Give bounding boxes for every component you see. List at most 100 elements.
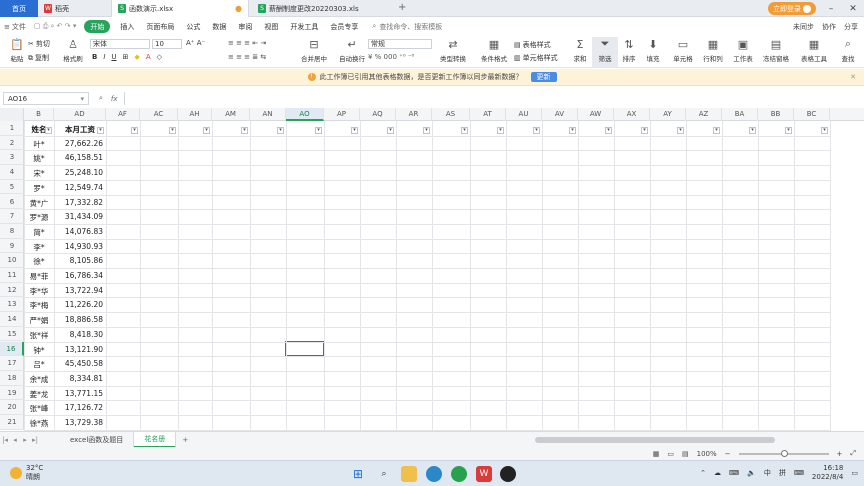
number-format-select[interactable]: 常规 xyxy=(368,39,432,49)
command-search[interactable]: ⌕ 查找命令、搜索模板 xyxy=(372,22,442,32)
menu-file[interactable]: ≡ 文件 xyxy=(0,22,30,32)
ime-language[interactable]: 中 xyxy=(764,468,771,478)
zoom-in-button[interactable]: + xyxy=(837,450,843,458)
table-tools-button[interactable]: ▦ 表格工具 xyxy=(796,37,832,67)
cell-button[interactable]: ▭ 单元格 xyxy=(668,37,698,67)
column-header-AQ[interactable]: AQ xyxy=(360,108,396,121)
row-header[interactable]: 8 xyxy=(0,224,24,239)
row-header[interactable]: 5 xyxy=(0,180,24,195)
update-button[interactable]: 更新 xyxy=(530,72,557,82)
filter-dropdown-BC[interactable]: ▾ xyxy=(821,126,828,134)
sum-button[interactable]: Σ 求和 xyxy=(566,37,594,67)
bold-button[interactable]: B xyxy=(92,53,97,61)
column-header-AC[interactable]: AC xyxy=(140,108,178,121)
minimize-icon[interactable]: – xyxy=(820,0,842,17)
search-icon[interactable]: ⌕ xyxy=(376,466,392,482)
cell-name[interactable]: 李*华 xyxy=(24,286,54,297)
fullscreen-icon[interactable]: ⤢ xyxy=(850,449,856,458)
clear-icon[interactable]: ◇ xyxy=(157,53,162,61)
last-sheet-icon[interactable]: ▸| xyxy=(30,436,40,444)
ime-mode[interactable]: 拼 xyxy=(779,468,786,478)
tab-formulas[interactable]: 公式 xyxy=(180,17,206,36)
tab-member[interactable]: 会员专享 xyxy=(324,17,364,36)
wechat-icon[interactable] xyxy=(451,466,467,482)
cell-salary[interactable]: 13,729.38 xyxy=(54,418,103,427)
cell-name[interactable]: 徐*燕 xyxy=(24,418,54,429)
tab-review[interactable]: 审阅 xyxy=(232,17,258,36)
column-header-AT[interactable]: AT xyxy=(470,108,506,121)
wrap-text-button[interactable]: ↵ 自动换行 xyxy=(332,37,372,67)
font-color-icon[interactable]: A xyxy=(146,53,151,61)
zoom-icon[interactable]: ⌕ xyxy=(99,94,103,103)
windows-start-icon[interactable]: ⊞ xyxy=(350,466,366,482)
filter-dropdown-BB[interactable]: ▾ xyxy=(785,126,792,134)
row-header[interactable]: 19 xyxy=(0,386,24,401)
filter-dropdown-AV[interactable]: ▾ xyxy=(569,126,576,134)
filter-dropdown-AP[interactable]: ▾ xyxy=(351,126,358,134)
filter-dropdown-AN[interactable]: ▾ xyxy=(277,126,284,134)
add-sheet-button[interactable]: + xyxy=(176,436,194,444)
row-header[interactable]: 11 xyxy=(0,268,24,283)
cell-name[interactable]: 姚* xyxy=(24,153,54,164)
column-header-AY[interactable]: AY xyxy=(650,108,686,121)
keyboard-icon[interactable]: ⌨ xyxy=(794,469,804,477)
formula-input[interactable] xyxy=(123,92,864,105)
tab-view[interactable]: 视图 xyxy=(258,17,284,36)
cell-name[interactable]: 罗* xyxy=(24,183,54,194)
cell-name[interactable]: 严*娟 xyxy=(24,315,54,326)
cell-salary[interactable]: 8,334.81 xyxy=(54,374,103,383)
collaborate-button[interactable]: 协作 xyxy=(822,22,836,32)
cell-style-button[interactable]: ▥ 单元格样式 xyxy=(514,53,558,63)
close-window-icon[interactable]: ✕ xyxy=(842,0,864,17)
paste-button[interactable]: 📋 粘贴 xyxy=(6,37,28,67)
align-group-bottom[interactable]: ≡ ≡ ≡ ≣ ⇆ xyxy=(228,53,266,61)
column-header-BB[interactable]: BB xyxy=(758,108,794,121)
cell-salary[interactable]: 18,886.58 xyxy=(54,315,103,324)
tab-function-demo[interactable]: S 函数演示.xlsx ● xyxy=(111,0,249,17)
cell-name[interactable]: 罗*源 xyxy=(24,212,54,223)
column-header-B[interactable]: B xyxy=(24,108,54,121)
cell-name[interactable]: 姜*龙 xyxy=(24,389,54,400)
filter-dropdown-AS[interactable]: ▾ xyxy=(461,126,468,134)
cell-salary[interactable]: 25,248.10 xyxy=(54,168,103,177)
row-header[interactable]: 18 xyxy=(0,371,24,386)
row-header[interactable]: 12 xyxy=(0,283,24,298)
cell-name[interactable]: 张*峰 xyxy=(24,403,54,414)
column-header-AX[interactable]: AX xyxy=(614,108,650,121)
column-header-AO[interactable]: AO xyxy=(286,108,324,121)
file-explorer-icon[interactable] xyxy=(401,466,417,482)
zoom-level[interactable]: 100% xyxy=(697,450,717,458)
view-normal-icon[interactable]: ▦ xyxy=(653,450,660,458)
notification-icon[interactable]: ▭ xyxy=(851,469,858,477)
cell-salary[interactable]: 27,662.26 xyxy=(54,139,103,148)
filter-dropdown-AH[interactable]: ▾ xyxy=(203,126,210,134)
column-header-AP[interactable]: AP xyxy=(324,108,360,121)
worksheet-button[interactable]: ▣ 工作表 xyxy=(728,37,758,67)
cell-salary[interactable]: 13,771.15 xyxy=(54,389,103,398)
filter-dropdown-AO[interactable]: ▾ xyxy=(315,126,322,134)
filter-button[interactable]: ⏷ 筛选 xyxy=(592,37,618,67)
format-painter-button[interactable]: ♙ 格式刷 xyxy=(56,37,90,67)
next-sheet-icon[interactable]: ▸ xyxy=(20,436,30,444)
name-box[interactable]: AO16 ▾ xyxy=(3,92,89,105)
media-icon[interactable] xyxy=(500,466,516,482)
zoom-slider-thumb[interactable] xyxy=(780,449,788,457)
close-icon[interactable]: ✕ xyxy=(850,73,856,81)
cell-salary[interactable]: 8,105.86 xyxy=(54,256,103,265)
cell-name[interactable]: 李*梅 xyxy=(24,300,54,311)
cell-name[interactable]: 徐* xyxy=(24,256,54,267)
filter-dropdown-AW[interactable]: ▾ xyxy=(605,126,612,134)
underline-button[interactable]: U xyxy=(111,53,116,61)
font-size-select[interactable]: 10 xyxy=(152,39,182,49)
row-header[interactable]: 1 xyxy=(0,121,24,136)
row-header[interactable]: 20 xyxy=(0,400,24,415)
zoom-slider[interactable] xyxy=(738,449,829,457)
sheet-tab-excel[interactable]: excel函数及题目 xyxy=(60,431,135,448)
column-header-AR[interactable]: AR xyxy=(396,108,432,121)
column-header-AS[interactable]: AS xyxy=(432,108,470,121)
cell-salary[interactable]: 17,332.82 xyxy=(54,198,103,207)
row-header[interactable]: 17 xyxy=(0,356,24,371)
tab-data[interactable]: 数据 xyxy=(206,17,232,36)
cell-name[interactable]: 李* xyxy=(24,242,54,253)
tab-page-layout[interactable]: 页面布局 xyxy=(140,17,180,36)
